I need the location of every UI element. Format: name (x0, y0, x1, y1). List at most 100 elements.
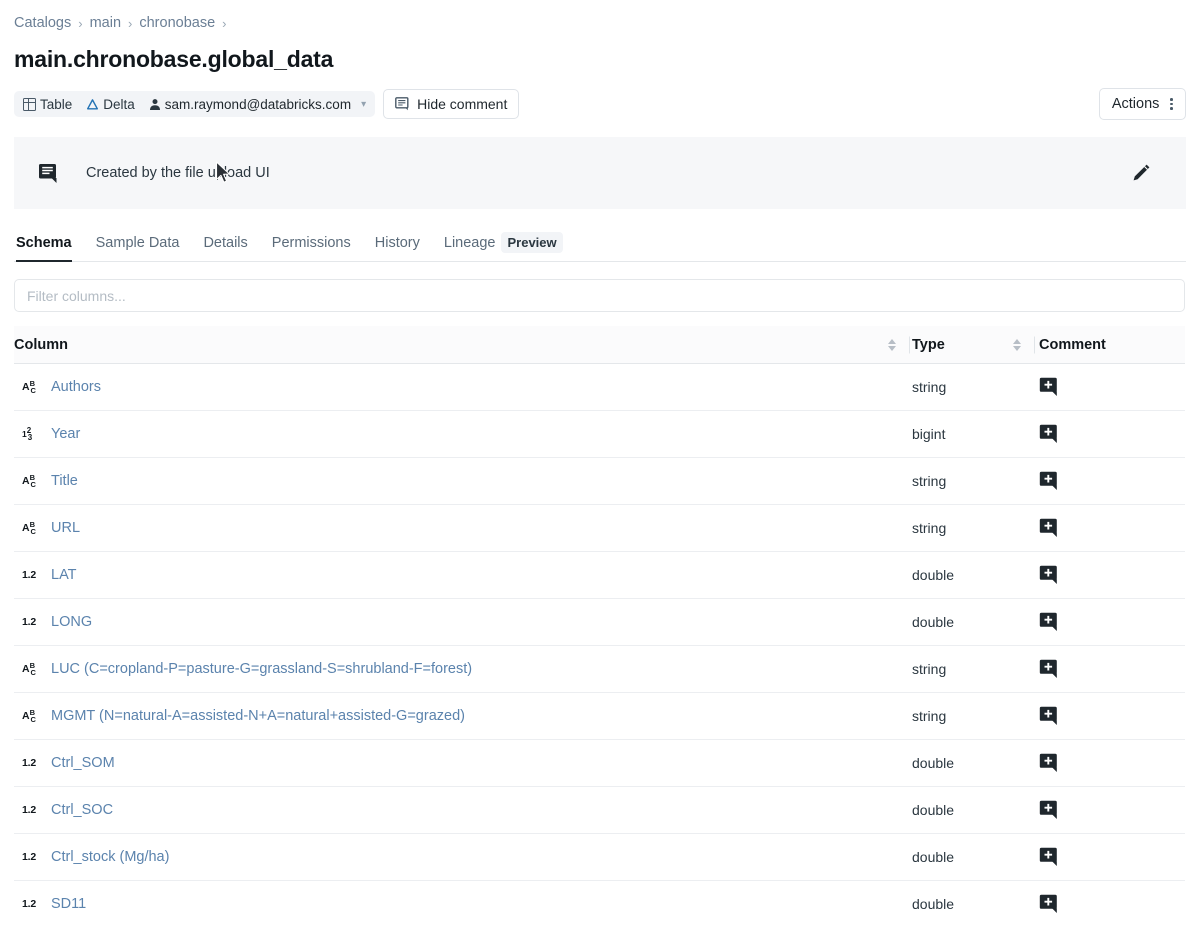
add-comment-button[interactable] (1039, 424, 1061, 444)
breadcrumb-item-catalogs[interactable]: Catalogs (14, 15, 71, 31)
table-icon (23, 98, 36, 111)
column-name-link[interactable]: Ctrl_stock (Mg/ha) (51, 849, 169, 865)
sort-column-icon[interactable] (888, 339, 896, 351)
column-name-link[interactable]: Year (51, 426, 80, 442)
add-comment-button[interactable] (1039, 706, 1061, 726)
column-header-column[interactable]: Column (14, 337, 910, 353)
column-type-label: string (910, 379, 946, 395)
row-comment-cell (1035, 659, 1185, 679)
tab-schema[interactable]: Schema (14, 235, 84, 261)
row-comment-cell (1035, 377, 1185, 397)
breadcrumb-separator-icon: › (128, 16, 132, 31)
row-type-cell: double (910, 896, 1035, 912)
breadcrumb-item-chronobase[interactable]: chronobase (139, 15, 215, 31)
row-comment-cell (1035, 800, 1185, 820)
table-type-label: Table (40, 97, 72, 112)
column-name-link[interactable]: SD11 (51, 896, 86, 912)
tab-history[interactable]: History (363, 235, 432, 261)
row-comment-cell (1035, 518, 1185, 538)
sort-type-icon[interactable] (1013, 339, 1021, 351)
column-name-link[interactable]: MGMT (N=natural-A=assisted-N+A=natural+a… (51, 708, 465, 724)
breadcrumb: Catalogs › main › chronobase › (14, 0, 1186, 34)
comment-banner-text: Created by the file upload UI (86, 165, 270, 181)
add-comment-button[interactable] (1039, 612, 1061, 632)
row-column-cell: 1.2SD11 (14, 896, 910, 912)
tab-details-label: Details (203, 235, 247, 251)
add-comment-button[interactable] (1039, 800, 1061, 820)
row-column-cell: 1.2LONG (14, 614, 910, 630)
add-comment-button[interactable] (1039, 377, 1061, 397)
hide-comment-button[interactable]: Hide comment (383, 89, 519, 119)
comment-header-label: Comment (1035, 337, 1106, 353)
metadata-chip-group: Table Delta sam.raymond@databricks.com ▾ (14, 91, 375, 117)
row-comment-cell (1035, 706, 1185, 726)
tab-details[interactable]: Details (191, 235, 259, 261)
comment-banner: Created by the file upload UI (14, 137, 1186, 209)
schema-rows: ABCAuthorsstring123YearbigintABCTitlestr… (14, 364, 1185, 927)
add-comment-icon (1039, 706, 1061, 726)
filter-row (14, 262, 1186, 312)
table-row: 1.2LONGdouble (14, 599, 1185, 646)
row-comment-cell (1035, 612, 1185, 632)
tab-permissions[interactable]: Permissions (260, 235, 363, 261)
breadcrumb-separator-icon: › (78, 16, 82, 31)
add-comment-button[interactable] (1039, 753, 1061, 773)
row-column-cell: 1.2 Ctrl_stock (Mg/ha) (14, 849, 910, 865)
double-type-icon: 1.2 (22, 851, 44, 863)
column-name-link[interactable]: LONG (51, 614, 92, 630)
chevron-down-icon[interactable]: ▾ (358, 99, 373, 110)
tab-lineage[interactable]: Lineage (432, 235, 508, 261)
column-type-label: double (910, 849, 954, 865)
row-type-cell: string (910, 379, 1035, 395)
table-row: 1.2Ctrl_SOCdouble (14, 787, 1185, 834)
table-row: 1.2Ctrl_SOMdouble (14, 740, 1185, 787)
double-type-icon: 1.2 (22, 757, 44, 769)
add-comment-button[interactable] (1039, 565, 1061, 585)
add-comment-icon (1039, 800, 1061, 820)
filter-columns-input[interactable] (14, 279, 1185, 312)
column-name-link[interactable]: LUC (C=cropland-P=pasture-G=grassland-S=… (51, 661, 472, 677)
breadcrumb-item-main[interactable]: main (90, 15, 121, 31)
tab-sample-data[interactable]: Sample Data (84, 235, 192, 261)
add-comment-icon (1039, 424, 1061, 444)
add-comment-button[interactable] (1039, 518, 1061, 538)
row-type-cell: string (910, 473, 1035, 489)
row-comment-cell (1035, 471, 1185, 491)
column-name-link[interactable]: LAT (51, 567, 77, 583)
actions-label: Actions (1112, 96, 1160, 112)
column-type-label: string (910, 520, 946, 536)
row-comment-cell (1035, 847, 1185, 867)
delta-icon (86, 98, 99, 111)
metadata-row: Table Delta sam.raymond@databricks.com ▾ (14, 88, 1186, 120)
owner-chip[interactable]: sam.raymond@databricks.com (142, 93, 358, 115)
row-column-cell: ABCTitle (14, 473, 910, 489)
column-type-label: string (910, 661, 946, 677)
edit-comment-button[interactable] (1130, 162, 1152, 184)
column-name-link[interactable]: Title (51, 473, 78, 489)
schema-table: Column Type Comment ABCAuthorsstring123Y… (14, 326, 1185, 927)
column-name-link[interactable]: Ctrl_SOC (51, 802, 113, 818)
table-row: ABCTitlestring (14, 458, 1185, 505)
actions-button[interactable]: Actions (1099, 88, 1186, 120)
table-row: 1.2LATdouble (14, 552, 1185, 599)
column-type-label: double (910, 896, 954, 912)
tab-history-label: History (375, 235, 420, 251)
add-comment-button[interactable] (1039, 847, 1061, 867)
preview-badge: Preview (501, 232, 562, 253)
column-name-link[interactable]: Authors (51, 379, 101, 395)
row-type-cell: string (910, 708, 1035, 724)
add-comment-button[interactable] (1039, 894, 1061, 914)
tab-lineage-label: Lineage (444, 235, 496, 251)
row-column-cell: 1.2Ctrl_SOC (14, 802, 910, 818)
column-header-type[interactable]: Type (910, 337, 1035, 353)
add-comment-button[interactable] (1039, 471, 1061, 491)
header-divider (1034, 336, 1035, 353)
add-comment-icon (1039, 377, 1061, 397)
column-name-link[interactable]: Ctrl_SOM (51, 755, 115, 771)
add-comment-button[interactable] (1039, 659, 1061, 679)
column-type-label: double (910, 567, 954, 583)
column-name-link[interactable]: URL (51, 520, 80, 536)
hide-comment-label: Hide comment (417, 96, 507, 112)
breadcrumb-separator-icon: › (222, 16, 226, 31)
add-comment-icon (1039, 894, 1061, 914)
